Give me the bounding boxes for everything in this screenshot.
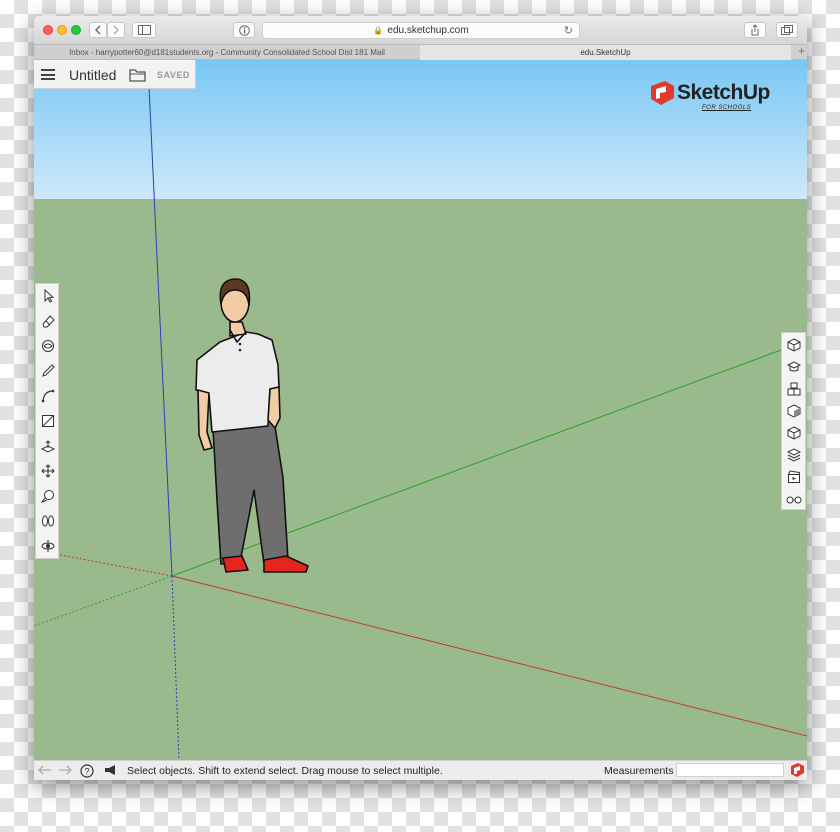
- layers-icon[interactable]: [785, 446, 803, 464]
- lock-icon: 🔒: [373, 26, 384, 35]
- measurements-input[interactable]: [676, 763, 784, 777]
- reader-info-button[interactable]: [233, 22, 255, 38]
- scenes-icon[interactable]: [785, 468, 803, 486]
- move-tool-icon[interactable]: [39, 462, 57, 480]
- arc-tool-icon[interactable]: [39, 387, 57, 405]
- eraser-tool-icon[interactable]: [39, 312, 57, 330]
- tab-strip: Inbox - harrypotter60@d181students.org -…: [34, 44, 807, 60]
- scale-figure: [195, 278, 309, 573]
- share-button[interactable]: [744, 22, 766, 38]
- select-tool-icon[interactable]: [39, 287, 57, 305]
- right-panel-palette: [781, 332, 806, 510]
- left-tool-palette: [35, 283, 59, 559]
- undo-icon[interactable]: [38, 764, 52, 776]
- logo-wordmark: SketchUp: [677, 81, 770, 104]
- sketchup-logo-icon: [651, 81, 674, 105]
- entity-info-icon[interactable]: [785, 336, 803, 354]
- svg-text:?: ?: [84, 767, 89, 777]
- chevron-right-icon: [113, 25, 119, 35]
- status-bar: ? Select objects. Shift to extend select…: [34, 760, 807, 780]
- rectangle-tool-icon[interactable]: [39, 412, 57, 430]
- tab-inbox[interactable]: Inbox - harrypotter60@d181students.org -…: [34, 45, 421, 60]
- document-title[interactable]: Untitled: [69, 67, 116, 83]
- sidebar-toggle-button[interactable]: [132, 22, 156, 38]
- browser-window: 🔒 edu.sketchup.com ↻ Inbox - harrypotter…: [34, 16, 807, 780]
- browser-titlebar: 🔒 edu.sketchup.com ↻: [34, 16, 807, 44]
- sketchup-logo: SketchUp FOR SCHOOLS: [649, 80, 779, 114]
- redo-icon[interactable]: [58, 764, 72, 776]
- megaphone-icon[interactable]: [104, 764, 118, 776]
- address-bar[interactable]: 🔒 edu.sketchup.com ↻: [262, 22, 580, 39]
- folder-icon[interactable]: [129, 68, 147, 82]
- styles-icon[interactable]: [785, 424, 803, 442]
- paint-bucket-tool-icon[interactable]: [39, 337, 57, 355]
- measurements-label: Measurements: [604, 765, 674, 777]
- components-icon[interactable]: [785, 380, 803, 398]
- new-tab-button[interactable]: +: [798, 44, 805, 58]
- display-icon[interactable]: [785, 490, 803, 508]
- help-icon[interactable]: ?: [80, 764, 94, 778]
- tape-measure-tool-icon[interactable]: [39, 487, 57, 505]
- close-window-button[interactable]: [43, 25, 53, 35]
- save-status: SAVED: [157, 70, 190, 80]
- instructor-icon[interactable]: [785, 358, 803, 376]
- menu-icon[interactable]: [41, 69, 55, 80]
- sketchup-small-logo-icon: [791, 763, 804, 777]
- back-button[interactable]: [89, 22, 107, 38]
- tab-label: edu.SketchUp: [580, 48, 631, 57]
- share-icon: [751, 24, 759, 36]
- file-toolbar: Untitled SAVED: [34, 60, 196, 89]
- orbit-tool-icon[interactable]: [39, 537, 57, 555]
- address-text: edu.sketchup.com: [387, 25, 469, 36]
- status-message: Select objects. Shift to extend select. …: [127, 765, 443, 777]
- modeling-viewport[interactable]: Untitled SAVED SketchUp FOR SCHOOLS: [34, 60, 807, 760]
- tab-overview-button[interactable]: [776, 22, 798, 38]
- materials-icon[interactable]: [785, 402, 803, 420]
- pencil-tool-icon[interactable]: [39, 362, 57, 380]
- push-pull-tool-icon[interactable]: [39, 437, 57, 455]
- tabs-icon: [781, 25, 793, 35]
- tab-sketchup[interactable]: edu.SketchUp: [420, 45, 791, 60]
- forward-button[interactable]: [107, 22, 125, 38]
- sidebar-icon: [137, 25, 151, 35]
- reload-icon[interactable]: ↻: [564, 24, 573, 37]
- info-icon: [238, 24, 250, 36]
- chevron-left-icon: [95, 25, 101, 35]
- walk-tool-icon[interactable]: [39, 512, 57, 530]
- tab-label: Inbox - harrypotter60@d181students.org -…: [69, 48, 385, 57]
- minimize-window-button[interactable]: [57, 25, 67, 35]
- logo-subtext: FOR SCHOOLS: [702, 105, 752, 111]
- zoom-window-button[interactable]: [71, 25, 81, 35]
